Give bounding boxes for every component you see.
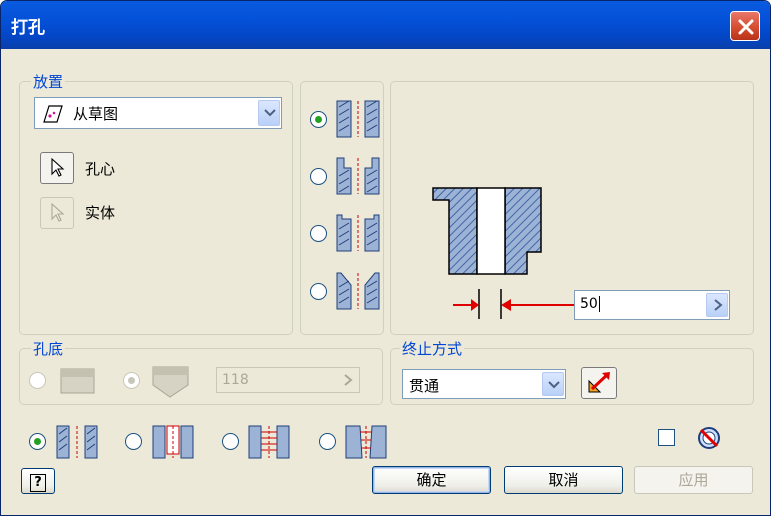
chevron-down-icon: [264, 109, 276, 117]
placement-group-label: 放置: [31, 71, 66, 92]
termination-group-label: 终止方式: [400, 338, 465, 359]
close-icon: [738, 19, 754, 35]
hole-dialog: 打孔 放置 从草图 孔心 实体 50 孔底 118 终止方式 贯通 ? 确定 取…: [0, 0, 771, 516]
help-button[interactable]: ?: [21, 468, 55, 494]
chevron-right-icon: [714, 299, 723, 311]
bottom-flat-radio[interactable]: [29, 372, 46, 389]
bottom-angle-input[interactable]: 118: [216, 367, 360, 393]
termination-dropdown-button[interactable]: [542, 372, 564, 396]
flat-bottom-icon: [60, 368, 95, 394]
hole-type-drilled-radio[interactable]: [310, 111, 327, 128]
diameter-dimension-arrows: [453, 289, 575, 319]
diameter-input[interactable]: 50: [574, 290, 730, 320]
thread-clearance-radio[interactable]: [125, 433, 142, 450]
counterbore-hole-icon: [336, 157, 380, 195]
flip-direction-icon: [588, 372, 610, 393]
thread-tapped-radio[interactable]: [222, 433, 239, 450]
bottom-angle-value: 118: [222, 372, 249, 388]
sketch-plane-icon: [43, 105, 63, 123]
close-button[interactable]: [730, 11, 760, 41]
hole-bottom-group-label: 孔底: [31, 338, 66, 359]
placement-mode-select[interactable]: 从草图: [34, 97, 282, 129]
hole-type-countersink-radio[interactable]: [310, 283, 327, 300]
hole-center-select-button[interactable]: [40, 152, 74, 184]
countersink-hole-icon: [336, 272, 380, 310]
termination-value: 贯通: [409, 377, 440, 395]
placement-mode-dropdown-button[interactable]: [258, 100, 280, 126]
cursor-arrow-icon: [51, 203, 65, 222]
window-title: 打孔: [11, 18, 45, 38]
cursor-arrow-icon: [51, 158, 65, 177]
title-bar[interactable]: 打孔: [1, 1, 770, 49]
angled-bottom-icon: [152, 366, 189, 398]
thread-simple-radio[interactable]: [29, 433, 46, 450]
diameter-value: 50: [580, 296, 600, 312]
ok-button[interactable]: 确定: [372, 466, 491, 494]
taper-tapped-hole-icon: [345, 425, 387, 459]
solid-select-button[interactable]: [40, 197, 74, 229]
thread-taper-radio[interactable]: [319, 433, 336, 450]
hole-type-counterbore-radio[interactable]: [310, 168, 327, 185]
cancel-button[interactable]: 取消: [504, 466, 623, 494]
solid-label: 实体: [85, 204, 116, 222]
placement-mode-value: 从草图: [73, 105, 119, 123]
termination-select[interactable]: 贯通: [402, 369, 566, 399]
drilled-hole-icon: [336, 100, 380, 138]
tapped-hole-icon: [248, 425, 290, 459]
clearance-hole-icon: [152, 425, 194, 459]
help-icon: ?: [30, 474, 46, 492]
simple-hole-icon: [56, 425, 98, 459]
chevron-right-icon: [344, 374, 353, 386]
no-preview-icon[interactable]: [696, 425, 722, 451]
hole-type-spotface-radio[interactable]: [310, 225, 327, 242]
preview-checkbox[interactable]: [658, 429, 675, 446]
flip-direction-button[interactable]: [581, 367, 617, 399]
diameter-expand-button[interactable]: [706, 293, 728, 317]
chevron-down-icon: [548, 381, 560, 389]
bottom-angle-radio[interactable]: [123, 372, 140, 389]
hole-preview-diagram: [432, 187, 542, 275]
apply-button[interactable]: 应用: [634, 466, 753, 494]
spotface-hole-icon: [336, 214, 380, 252]
hole-center-label: 孔心: [85, 160, 116, 178]
